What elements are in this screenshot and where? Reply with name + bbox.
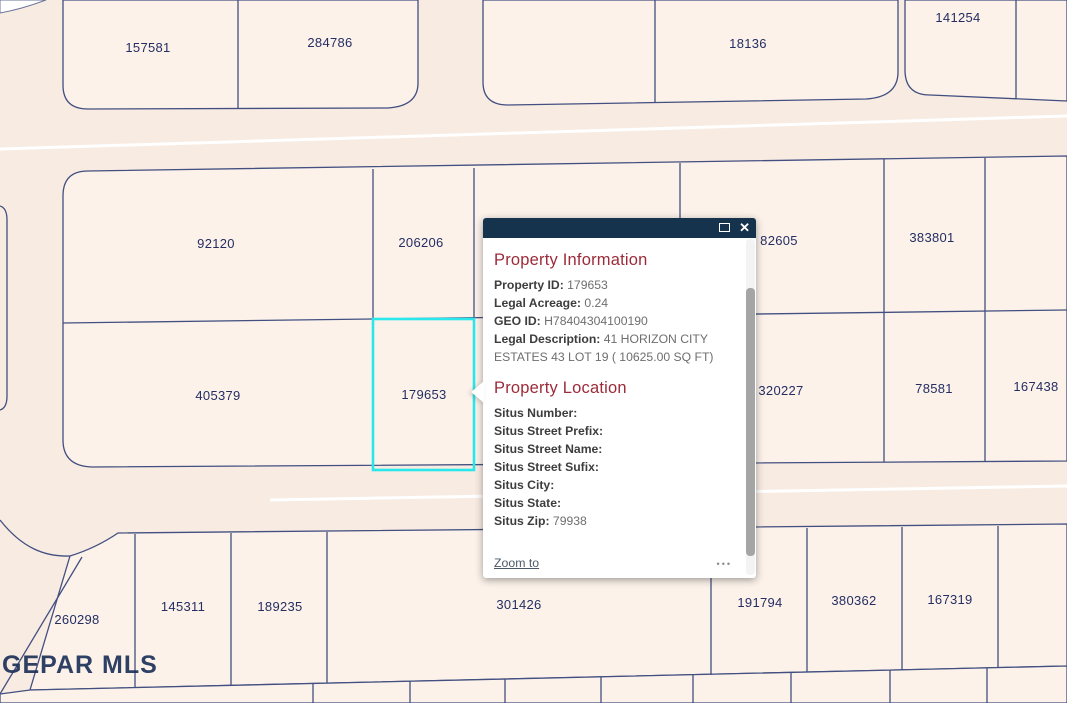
- section-title-property-location: Property Location: [494, 379, 627, 397]
- field-geo-id: GEO ID: H78404304100190: [494, 312, 732, 330]
- section-title-property-information: Property Information: [494, 251, 648, 269]
- field-label: Property ID:: [494, 278, 564, 292]
- field-situs-street-name: Situs Street Name:: [494, 440, 732, 458]
- close-icon[interactable]: ✕: [739, 219, 750, 237]
- field-value: H78404304100190: [544, 314, 648, 328]
- field-situs-number: Situs Number:: [494, 404, 732, 422]
- parcel-label: 189235: [257, 599, 302, 614]
- field-situs-zip: Situs Zip: 79938: [494, 512, 732, 530]
- zoom-to-link[interactable]: Zoom to: [494, 556, 539, 570]
- parcel-label: 191794: [737, 595, 782, 610]
- parcel-label: 301426: [496, 597, 541, 612]
- cul-de-sac-curve: [0, 519, 71, 557]
- field-label: Situs Zip:: [494, 514, 550, 528]
- maximize-icon[interactable]: [719, 223, 730, 232]
- field-label: Situs State:: [494, 496, 562, 510]
- field-situs-city: Situs City:: [494, 476, 732, 494]
- parcel-label: 405379: [195, 388, 240, 403]
- field-legal-acreage: Legal Acreage: 0.24: [494, 294, 732, 312]
- field-label: Legal Description:: [494, 332, 601, 346]
- field-value: 0.24: [584, 296, 609, 310]
- field-situs-state: Situs State:: [494, 494, 732, 512]
- popup-pointer-arrow: [471, 381, 484, 403]
- parcel-block[interactable]: [904, 0, 1067, 102]
- parcel-label: 179653: [401, 387, 446, 402]
- parcel-label: 383801: [909, 230, 954, 245]
- parcel-label: 206206: [398, 235, 443, 250]
- popup-footer: Zoom to •••: [494, 554, 732, 570]
- ellipsis-menu-icon[interactable]: •••: [717, 559, 732, 569]
- parcel-label: 284786: [307, 35, 352, 50]
- parcel-label: 157581: [125, 40, 170, 55]
- field-situs-street-sufix: Situs Street Sufix:: [494, 458, 732, 476]
- field-value: 179653: [567, 278, 608, 292]
- parcel-label: 380362: [831, 593, 876, 608]
- popup-header: ✕: [483, 218, 756, 238]
- parcel-block[interactable]: [482, 0, 899, 106]
- parcel-label: 260298: [54, 612, 99, 627]
- parcel-label: 141254: [935, 10, 980, 25]
- field-property-id: Property ID: 179653: [494, 276, 732, 294]
- gis-map-viewer: 157581 284786 18136 141254 92120 206206 …: [0, 0, 1067, 703]
- field-label: Situs Street Prefix:: [494, 424, 604, 438]
- field-label: Situs City:: [494, 478, 555, 492]
- field-situs-street-prefix: Situs Street Prefix:: [494, 422, 732, 440]
- parcel-label: 167319: [927, 592, 972, 607]
- field-label: Situs Number:: [494, 406, 578, 420]
- parcel-label: 82605: [760, 233, 798, 248]
- property-info-popup: ✕ Property Information Property ID: 1796…: [471, 218, 756, 578]
- corner-parcel: [0, 0, 47, 14]
- parcel-label: 78581: [915, 381, 953, 396]
- parcel-label: 167438: [1013, 379, 1058, 394]
- parcel-label: 320227: [758, 383, 803, 398]
- field-label: Situs Street Name:: [494, 442, 603, 456]
- field-value: 79938: [552, 514, 587, 528]
- popup-scrollbar-thumb[interactable]: [746, 288, 755, 556]
- road-centerline: [0, 114, 1067, 151]
- parcel-label: 92120: [197, 236, 235, 251]
- parcel-line: [0, 205, 8, 411]
- field-label: Legal Acreage:: [494, 296, 581, 310]
- field-label: GEO ID:: [494, 314, 541, 328]
- field-label: Situs Street Sufix:: [494, 460, 599, 474]
- parcel-label: 18136: [729, 36, 767, 51]
- parcel-block[interactable]: [62, 0, 419, 110]
- parcel-label: 145311: [161, 599, 205, 614]
- gepar-mls-watermark: GEPAR MLS: [2, 651, 158, 679]
- popup-body: Property Information Property ID: 179653…: [483, 238, 756, 530]
- field-legal-description: Legal Description: 41 HORIZON CITY ESTAT…: [494, 330, 732, 366]
- popup-scrollbar-track[interactable]: [746, 239, 755, 575]
